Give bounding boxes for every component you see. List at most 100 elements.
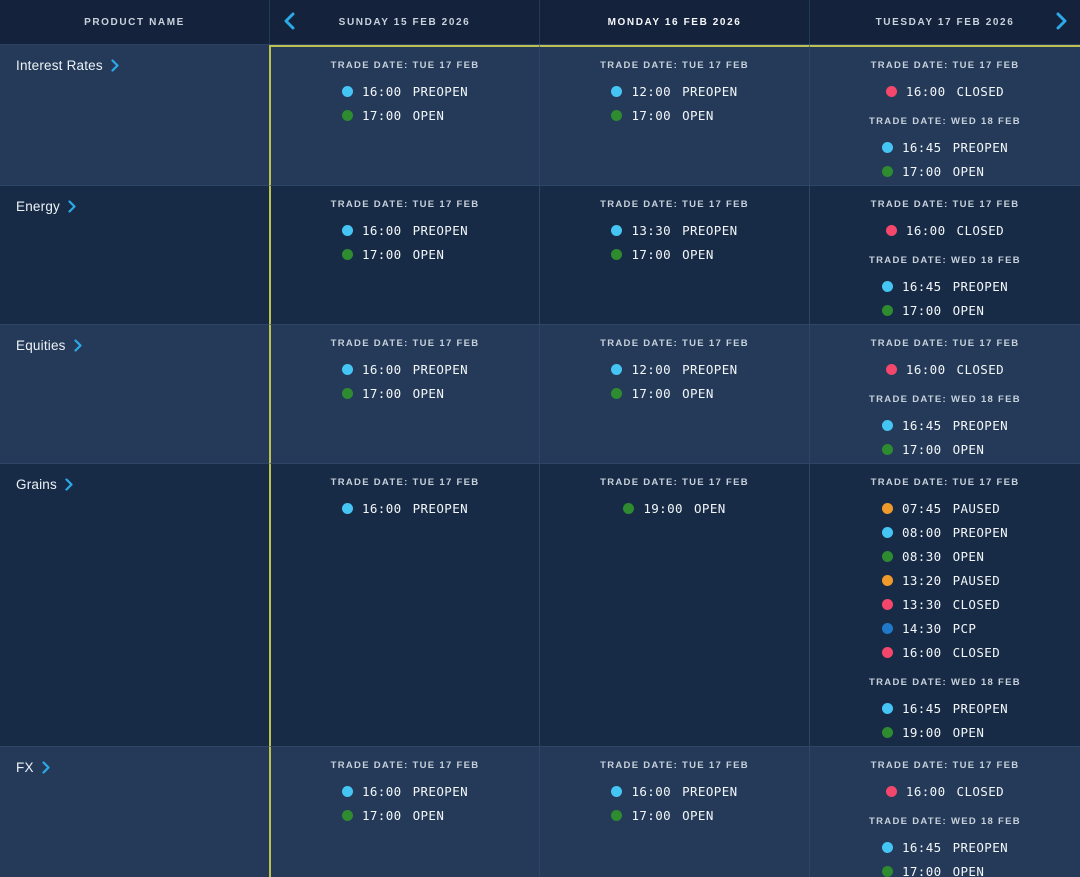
trade-date-label: TRADE DATE: TUE 17 FEB <box>331 60 480 71</box>
status-dot-closed <box>886 364 897 375</box>
status-dot-closed <box>886 786 897 797</box>
product-row: Grains TRADE DATE: TUE 17 FEB 16:00 PREO… <box>0 463 1080 746</box>
event-status: OPEN <box>682 247 714 262</box>
status-dot-open <box>882 444 893 455</box>
status-dot-open <box>882 727 893 738</box>
trade-date-label: TRADE DATE: TUE 17 FEB <box>871 60 1020 71</box>
event-status: OPEN <box>413 108 445 123</box>
status-dot-preopen <box>882 842 893 853</box>
event-status: PREOPEN <box>682 223 737 238</box>
event-group: 16:00 PREOPEN 17:00 OPEN <box>342 79 468 127</box>
status-dot-open <box>342 388 353 399</box>
status-dot-preopen <box>882 420 893 431</box>
schedule-cell: TRADE DATE: TUE 17 FEB 19:00 OPEN <box>540 463 810 746</box>
event-status: OPEN <box>694 501 726 516</box>
product-name-label: Equities <box>16 338 66 353</box>
status-dot-pcp <box>882 623 893 634</box>
event-time: 13:20 <box>902 573 942 588</box>
product-cell-energy[interactable]: Energy <box>0 185 270 324</box>
event-status: PAUSED <box>953 501 1001 516</box>
schedule-event: 16:00 CLOSED <box>882 640 1008 664</box>
schedule-event: 08:00 PREOPEN <box>882 520 1008 544</box>
schedule-event: 14:30 PCP <box>882 616 1008 640</box>
schedule-event: 17:00 OPEN <box>882 298 1008 322</box>
event-time: 17:00 <box>902 303 942 318</box>
schedule-cell: TRADE DATE: TUE 17 FEB 16:00 PREOPEN <box>269 463 540 746</box>
event-time: 17:00 <box>902 164 942 179</box>
event-status: OPEN <box>682 808 714 823</box>
status-dot-open <box>611 388 622 399</box>
trade-date-label: TRADE DATE: WED 18 FEB <box>869 816 1021 827</box>
product-name-label: FX <box>16 760 34 775</box>
event-status: OPEN <box>953 864 985 877</box>
event-time: 19:00 <box>643 501 683 516</box>
schedule-event: 16:00 CLOSED <box>886 357 1004 381</box>
product-cell-interest-rates[interactable]: Interest Rates <box>0 45 270 185</box>
product-row: Energy TRADE DATE: TUE 17 FEB 16:00 PREO… <box>0 185 1080 324</box>
day-header-tuesday-label: TUESDAY 17 FEB 2026 <box>876 17 1015 28</box>
schedule-event: 17:00 OPEN <box>611 803 737 827</box>
chevron-right-icon <box>74 339 82 352</box>
event-status: PREOPEN <box>953 140 1008 155</box>
event-time: 13:30 <box>902 597 942 612</box>
schedule-event: 07:45 PAUSED <box>882 496 1008 520</box>
event-time: 16:45 <box>902 279 942 294</box>
event-status: PREOPEN <box>953 418 1008 433</box>
event-status: PREOPEN <box>413 223 468 238</box>
event-status: PREOPEN <box>953 701 1008 716</box>
event-group: 16:45 PREOPEN 17:00 OPEN <box>882 835 1008 877</box>
schedule-cell: TRADE DATE: TUE 17 FEB 13:30 PREOPEN 17:… <box>540 185 810 324</box>
event-status: PREOPEN <box>682 84 737 99</box>
status-dot-open <box>342 810 353 821</box>
event-group: 16:00 CLOSED <box>886 218 1004 242</box>
product-name-label: Grains <box>16 477 57 492</box>
status-dot-open <box>882 305 893 316</box>
event-time: 16:00 <box>362 784 402 799</box>
product-cell-fx[interactable]: FX <box>0 746 270 877</box>
event-status: PREOPEN <box>682 362 737 377</box>
event-group: 16:00 CLOSED <box>886 79 1004 103</box>
status-dot-preopen <box>611 225 622 236</box>
event-status: PREOPEN <box>413 501 468 516</box>
event-status: OPEN <box>682 386 714 401</box>
trade-date-label: TRADE DATE: TUE 17 FEB <box>871 338 1020 349</box>
schedule-event: 16:45 PREOPEN <box>882 274 1008 298</box>
schedule-event: 17:00 OPEN <box>882 859 1008 877</box>
event-status: PREOPEN <box>953 279 1008 294</box>
event-status: OPEN <box>953 303 985 318</box>
product-row: Equities TRADE DATE: TUE 17 FEB 16:00 PR… <box>0 324 1080 463</box>
schedule-event: 17:00 OPEN <box>611 103 737 127</box>
event-status: OPEN <box>413 247 445 262</box>
status-dot-closed <box>882 599 893 610</box>
calendar-body: Interest Rates TRADE DATE: TUE 17 FEB 16… <box>0 45 1080 877</box>
event-time: 16:00 <box>362 501 402 516</box>
day-header-sunday-label: SUNDAY 15 FEB 2026 <box>339 17 471 28</box>
chevron-right-icon <box>42 761 50 774</box>
status-dot-open <box>623 503 634 514</box>
status-dot-preopen <box>342 86 353 97</box>
event-time: 17:00 <box>362 808 402 823</box>
status-dot-paused <box>882 503 893 514</box>
chevron-left-icon <box>284 12 295 33</box>
prev-day-button[interactable] <box>272 0 306 44</box>
event-status: PCP <box>953 621 977 636</box>
trade-date-label: TRADE DATE: TUE 17 FEB <box>871 477 1020 488</box>
next-day-button[interactable] <box>1044 0 1078 44</box>
event-status: PREOPEN <box>413 84 468 99</box>
schedule-event: 16:45 PREOPEN <box>882 835 1008 859</box>
product-row: FX TRADE DATE: TUE 17 FEB 16:00 PREOPEN … <box>0 746 1080 877</box>
event-time: 12:00 <box>631 362 671 377</box>
schedule-cell: TRADE DATE: TUE 17 FEB 16:00 PREOPEN 17:… <box>269 45 540 185</box>
product-cell-equities[interactable]: Equities <box>0 324 270 463</box>
schedule-event: 16:00 PREOPEN <box>611 779 737 803</box>
trade-date-label: TRADE DATE: TUE 17 FEB <box>600 760 749 771</box>
event-status: OPEN <box>413 808 445 823</box>
schedule-cell: TRADE DATE: TUE 17 FEB 16:00 PREOPEN 17:… <box>269 324 540 463</box>
event-time: 13:30 <box>631 223 671 238</box>
schedule-event: 16:00 CLOSED <box>886 218 1004 242</box>
product-cell-grains[interactable]: Grains <box>0 463 270 746</box>
schedule-event: 16:45 PREOPEN <box>882 696 1008 720</box>
schedule-event: 17:00 OPEN <box>342 381 468 405</box>
trade-date-label: TRADE DATE: TUE 17 FEB <box>871 760 1020 771</box>
event-status: PREOPEN <box>682 784 737 799</box>
